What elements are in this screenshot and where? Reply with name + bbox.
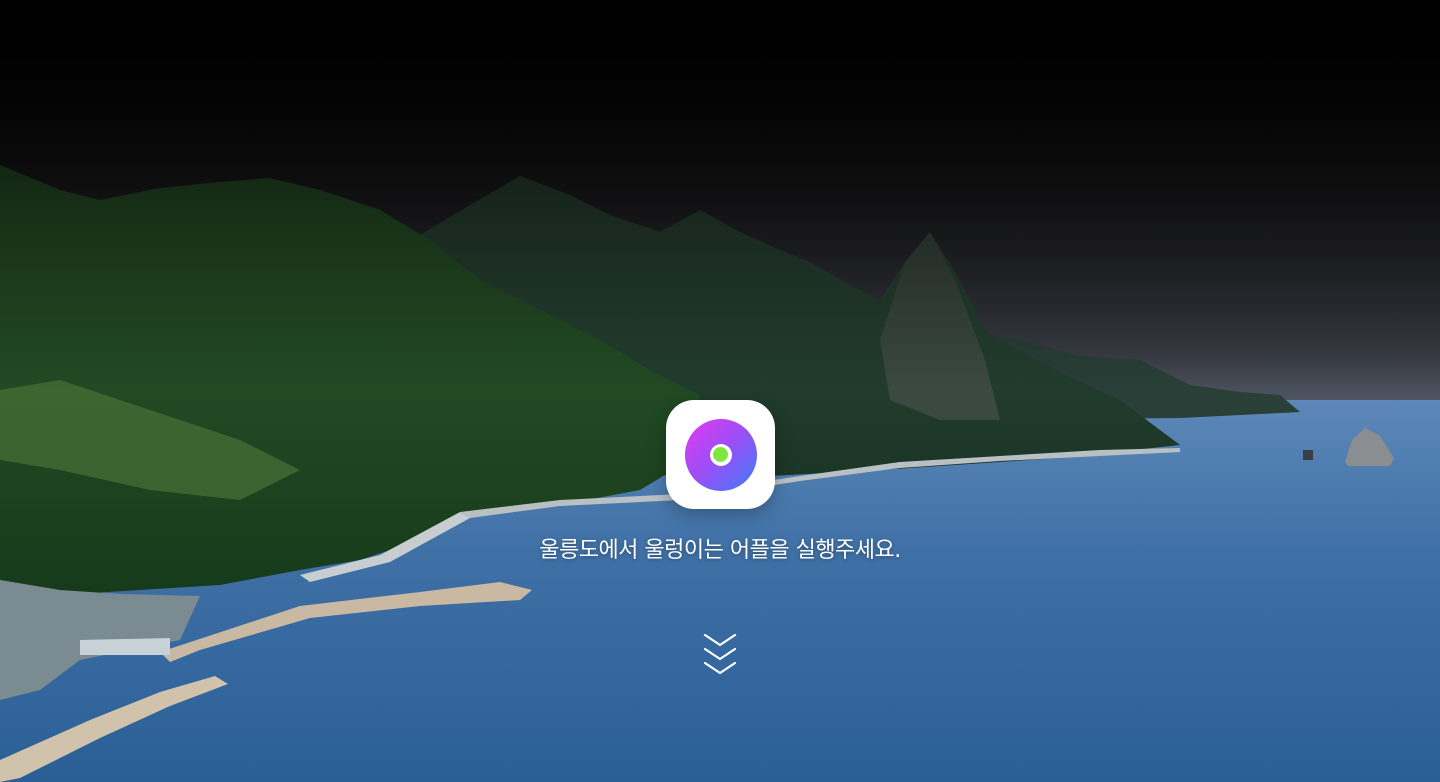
disc-center-dot [709, 443, 732, 466]
hero-section: 울릉도에서 울렁이는 어플을 실행주세요. [0, 0, 1440, 782]
triple-chevron-down-icon[interactable] [702, 632, 738, 678]
disc-app-icon [684, 418, 757, 491]
app-icon-button[interactable] [666, 400, 775, 509]
launch-app-message: 울릉도에서 울렁이는 어플을 실행주세요. [539, 538, 901, 563]
